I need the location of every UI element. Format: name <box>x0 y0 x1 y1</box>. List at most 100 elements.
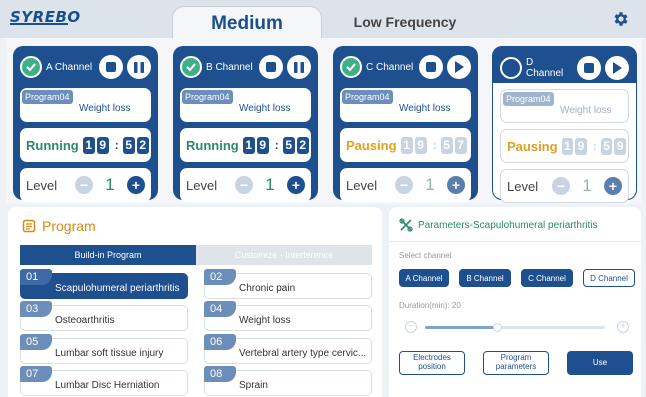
check-icon[interactable] <box>20 56 42 78</box>
play-button[interactable] <box>447 55 471 79</box>
time-digit: 1 <box>561 137 574 155</box>
program-item[interactable]: 01 Scapulohumeral periarthritis <box>20 269 188 299</box>
level-value: 1 <box>265 175 275 194</box>
channel-card-a: A Channel Program04 Weight loss Running … <box>13 46 158 202</box>
program-item[interactable]: 05 Lumbar soft tissue injury <box>20 334 188 364</box>
program-label: Lumbar Disc Herniation <box>55 380 160 391</box>
time-digit: 9 <box>414 136 427 154</box>
program-number: 03 <box>20 301 52 317</box>
duration-slider[interactable] <box>425 323 605 332</box>
time-colon: : <box>432 138 437 152</box>
channel-name: B Channel <box>206 61 253 73</box>
status-box: Pausing 19:59 <box>500 129 629 163</box>
program-label: Chronic pain <box>239 283 296 294</box>
level-box: Level − 1 + <box>20 168 151 202</box>
program-name: Weight loss <box>399 103 451 114</box>
time-colon: : <box>592 139 597 153</box>
tab-medium[interactable]: Medium <box>172 6 322 40</box>
tab-low-frequency[interactable]: Low Frequency <box>330 10 480 34</box>
program-tag: Program04 <box>182 90 233 104</box>
time-digit: 2 <box>296 136 309 154</box>
pause-button[interactable] <box>127 55 151 79</box>
channel-card-c: C Channel Program04 Weight loss Pausing … <box>333 46 478 202</box>
program-box[interactable]: Program04 Weight loss <box>180 88 311 122</box>
channel-card-b: B Channel Program04 Weight loss Running … <box>173 46 318 202</box>
play-icon <box>455 61 464 73</box>
level-minus-button[interactable]: − <box>235 176 253 194</box>
parameters-panel: Parameters-Scapulohumeral periarthritis … <box>389 207 641 397</box>
stop-button[interactable] <box>419 55 443 79</box>
level-minus-button[interactable]: − <box>552 177 570 195</box>
level-plus-button[interactable]: + <box>604 177 622 195</box>
time-digit: 2 <box>136 136 149 154</box>
select-channel-b-button[interactable]: B Channel <box>459 269 511 287</box>
select-channel-a-button[interactable]: A Channel <box>399 269 449 287</box>
program-label: Weight loss <box>239 315 291 326</box>
select-channel-c-button[interactable]: C Channel <box>521 269 573 287</box>
program-name: Weight loss <box>560 105 612 116</box>
time-digit: 5 <box>440 136 453 154</box>
play-button[interactable] <box>605 56 629 80</box>
level-minus-button[interactable]: − <box>395 176 413 194</box>
slider-handle[interactable] <box>493 323 502 332</box>
program-item[interactable]: 03 Osteoarthritis <box>20 301 188 331</box>
level-minus-button[interactable]: − <box>75 176 93 194</box>
use-button[interactable]: Use <box>567 351 633 375</box>
level-plus-button[interactable]: + <box>127 176 145 194</box>
tab-customize-interference[interactable]: Customize - Interference <box>196 245 372 265</box>
program-header: Program <box>22 218 96 234</box>
pause-icon <box>134 61 144 73</box>
program-panel: Program Build-in Program Customize - Int… <box>8 207 382 397</box>
stop-button[interactable] <box>577 56 601 80</box>
pause-button[interactable] <box>287 55 311 79</box>
status-text: Running <box>186 137 239 153</box>
program-box[interactable]: Program04 Weight loss <box>340 88 471 122</box>
time-digit: 5 <box>600 137 613 155</box>
check-icon[interactable] <box>340 56 362 78</box>
program-name: Weight loss <box>79 103 131 114</box>
time-digit: 9 <box>256 136 269 154</box>
status-box: Pausing 19:57 <box>340 128 471 162</box>
program-item[interactable]: 02 Chronic pain <box>204 269 372 299</box>
time-digit: 5 <box>122 136 135 154</box>
check-icon[interactable] <box>180 56 202 78</box>
stop-icon <box>584 63 594 73</box>
program-subtabs: Build-in Program Customize - Interferenc… <box>20 245 372 265</box>
stop-button[interactable] <box>99 55 123 79</box>
level-label: Level <box>186 177 218 193</box>
select-channel-d-button[interactable]: D Channel <box>583 269 635 287</box>
play-icon <box>613 62 622 74</box>
duration-decrease-button[interactable]: − <box>405 321 417 333</box>
status-box: Running 19:52 <box>180 128 311 162</box>
stop-button[interactable] <box>259 55 283 79</box>
logo-underline <box>10 23 68 25</box>
divider <box>389 241 641 242</box>
program-item[interactable]: 08 Sprain <box>204 366 372 396</box>
program-parameters-button[interactable]: Program parameters <box>483 351 549 375</box>
program-item[interactable]: 06 Vertebral artery type cervic... <box>204 334 372 364</box>
program-label: Sprain <box>239 380 268 391</box>
level-value: 1 <box>105 175 115 194</box>
level-plus-button[interactable]: + <box>447 176 465 194</box>
check-icon[interactable] <box>500 57 522 79</box>
level-plus-button[interactable]: + <box>287 176 305 194</box>
tab-builtin-program[interactable]: Build-in Program <box>20 245 196 265</box>
program-number: 08 <box>204 366 236 382</box>
program-box[interactable]: Program04 Weight loss <box>500 89 629 123</box>
program-item[interactable]: 07 Lumbar Disc Herniation <box>20 366 188 396</box>
program-number: 04 <box>204 301 236 317</box>
channel-card-d: D Channel Program04 Weight loss Pausing … <box>492 46 637 203</box>
level-label: Level <box>346 177 378 193</box>
program-box[interactable]: Program04 Weight loss <box>20 88 151 122</box>
stop-icon <box>106 62 116 72</box>
top-bar <box>0 0 646 38</box>
electrodes-position-button[interactable]: Electrodes position <box>399 351 465 375</box>
level-box: Level − 1 + <box>180 168 311 202</box>
duration-increase-button[interactable]: + <box>617 321 629 333</box>
status-text: Running <box>26 137 79 153</box>
program-number: 06 <box>204 334 236 350</box>
time-digit: 1 <box>400 136 413 154</box>
program-item[interactable]: 04 Weight loss <box>204 301 372 331</box>
time-digit: 9 <box>96 136 109 154</box>
gear-icon[interactable] <box>612 10 630 28</box>
